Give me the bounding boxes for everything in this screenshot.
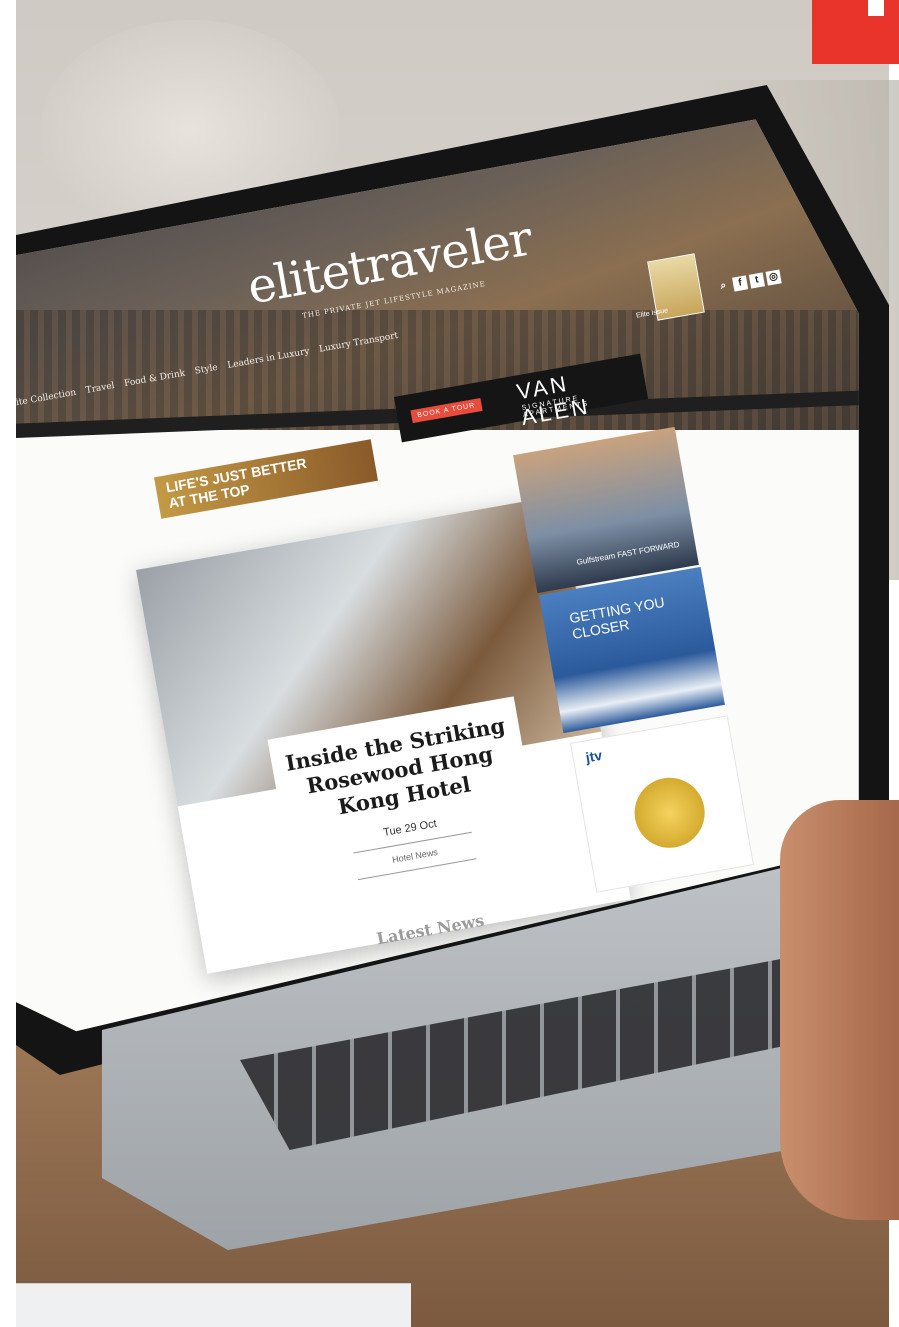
photo-scene: elitetraveler THE PRIVATE JET LIFESTYLE … bbox=[0, 0, 899, 1327]
search-icon[interactable]: ⌕ bbox=[715, 278, 731, 294]
ad-text: GETTING YOU CLOSER bbox=[568, 593, 666, 642]
corner-mark-icon bbox=[868, 0, 884, 16]
feature-body: Inside the Striking Rosewood Hong Kong H… bbox=[267, 696, 549, 937]
jtv-ad[interactable]: jtv bbox=[570, 715, 754, 893]
jet-ad[interactable]: Gulfstream FAST FORWARD bbox=[513, 426, 699, 594]
twitter-icon[interactable]: t bbox=[748, 272, 765, 289]
yacht-ad[interactable]: GETTING YOU CLOSER bbox=[539, 566, 725, 734]
ring-image bbox=[629, 772, 711, 854]
hand bbox=[780, 800, 899, 1220]
paper bbox=[16, 1283, 411, 1327]
red-corner-tab bbox=[812, 0, 899, 64]
facebook-icon[interactable]: f bbox=[732, 275, 749, 292]
ad-text: Gulfstream FAST FORWARD bbox=[575, 539, 681, 567]
book-tour-button[interactable]: BOOK A TOUR bbox=[410, 398, 483, 424]
ad-brand: jtv bbox=[584, 746, 604, 766]
instagram-icon[interactable]: ◎ bbox=[765, 269, 782, 286]
life-ad[interactable]: LIFE'S JUST BETTER AT THE TOP bbox=[154, 439, 378, 519]
